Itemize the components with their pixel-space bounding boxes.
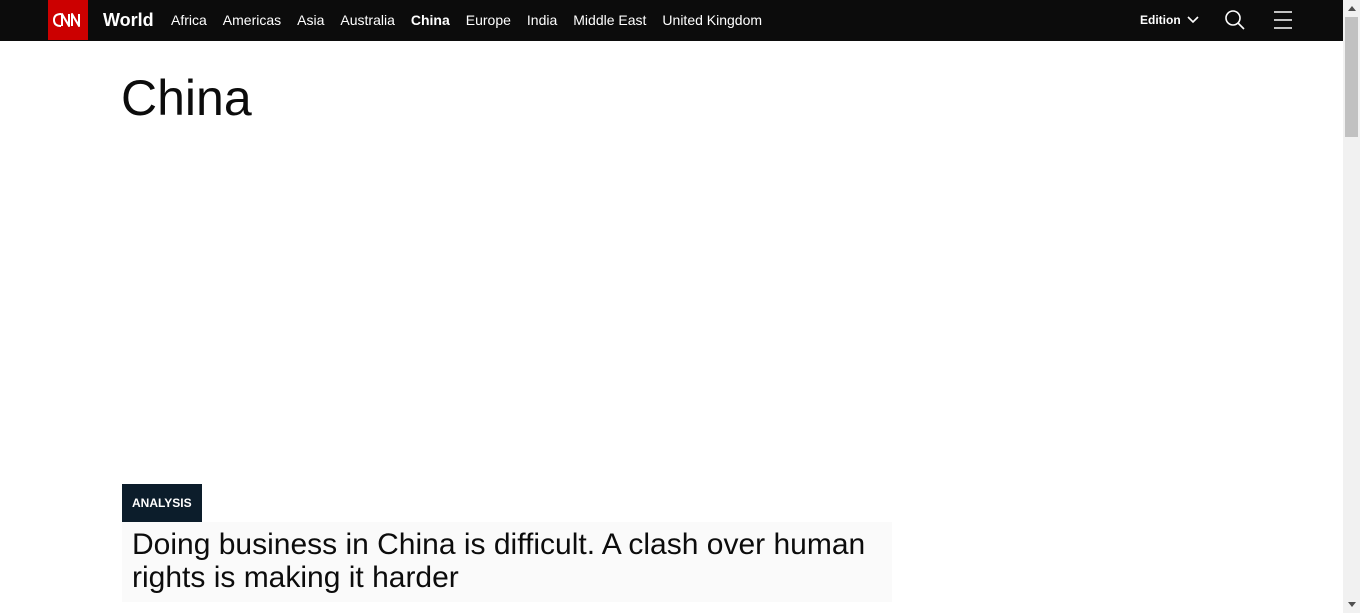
scroll-down-arrow-icon[interactable] (1343, 596, 1360, 613)
article-headline[interactable]: Doing business in China is difficult. A … (132, 528, 882, 594)
nav-link-china[interactable]: China (411, 12, 450, 29)
analysis-badge: ANALYSIS (122, 484, 202, 522)
edition-dropdown[interactable]: Edition (1140, 13, 1199, 27)
headline-box[interactable]: Doing business in China is difficult. A … (122, 522, 892, 602)
nav-link-africa[interactable]: Africa (171, 12, 207, 29)
search-icon (1225, 10, 1245, 30)
nav-link-asia[interactable]: Asia (297, 12, 324, 29)
scroll-up-arrow-icon[interactable] (1343, 0, 1360, 17)
nav-link-australia[interactable]: Australia (340, 12, 394, 29)
hamburger-menu-icon (1274, 11, 1292, 29)
nav-link-middle-east[interactable]: Middle East (573, 12, 646, 29)
cnn-logo[interactable] (48, 0, 88, 40)
page: World Africa Americas Asia Australia Chi… (0, 0, 1360, 613)
search-button[interactable] (1224, 9, 1246, 31)
top-navigation: World Africa Americas Asia Australia Chi… (0, 0, 1343, 41)
nav-link-americas[interactable]: Americas (223, 12, 281, 29)
cnn-logo-icon (52, 13, 80, 27)
nav-link-united-kingdom[interactable]: United Kingdom (662, 12, 762, 29)
section-nav-links: Africa Americas Asia Australia China Eur… (171, 12, 778, 29)
menu-button[interactable] (1272, 10, 1294, 30)
section-title-world[interactable]: World (103, 9, 154, 31)
page-title: China (121, 70, 252, 126)
edition-label: Edition (1140, 13, 1181, 27)
featured-article-card[interactable]: ANALYSIS Doing business in China is diff… (122, 484, 892, 602)
nav-link-europe[interactable]: Europe (466, 12, 511, 29)
scrollbar-thumb[interactable] (1345, 17, 1358, 137)
vertical-scrollbar[interactable] (1343, 0, 1360, 613)
nav-link-india[interactable]: India (527, 12, 557, 29)
chevron-down-icon (1187, 16, 1199, 24)
